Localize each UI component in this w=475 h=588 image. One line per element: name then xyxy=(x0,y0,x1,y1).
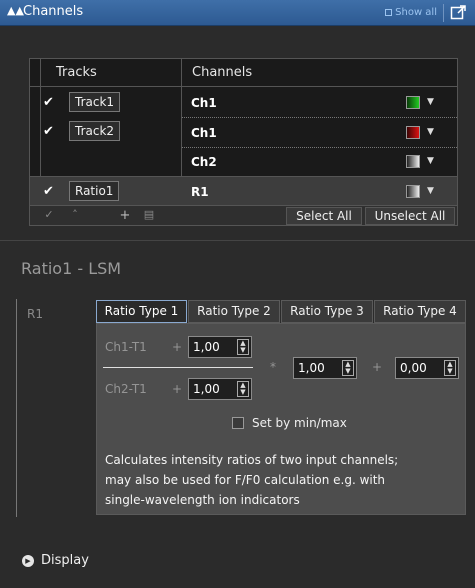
denominator-offset-input[interactable]: 1,00 ▲ ▼ xyxy=(188,378,252,400)
numerator-channel-label: Ch1-T1 xyxy=(105,340,147,354)
numerator-offset-value: 1,00 xyxy=(193,340,220,354)
channel-name: Ch1 xyxy=(191,126,217,140)
check-icon[interactable]: ✓ xyxy=(38,208,60,223)
numerator-offset-input[interactable]: 1,00 ▲ ▼ xyxy=(188,336,252,358)
chevron-down-icon[interactable]: ▼ xyxy=(427,127,434,137)
description-line: Calculates intensity ratios of two input… xyxy=(105,453,399,467)
set-by-min-max-checkbox[interactable] xyxy=(232,417,244,429)
tab-ratio-type-4[interactable]: Ratio Type 4 xyxy=(374,300,466,323)
ratio1-checkbox[interactable]: ✔ xyxy=(43,185,57,199)
chevron-down-icon[interactable]: ▼ xyxy=(427,186,434,196)
spinner-arrows-icon[interactable]: ▲ ▼ xyxy=(237,381,249,397)
channel-color-swatch[interactable] xyxy=(406,96,420,109)
denominator-channel-label: Ch2-T1 xyxy=(105,382,147,396)
channel-name: Ch2 xyxy=(191,155,217,169)
tracks-column-header: Tracks xyxy=(56,65,97,80)
channel-color-swatch[interactable] xyxy=(406,155,420,168)
panel-header: ▲▲ Channels Show all xyxy=(0,0,475,26)
spinner-arrows-icon[interactable]: ▲ ▼ xyxy=(444,360,456,376)
numerator-plus: + xyxy=(172,340,183,354)
show-all-checkbox-icon xyxy=(385,9,393,16)
tab-ratio-type-3[interactable]: Ratio Type 3 xyxy=(281,300,373,323)
denominator-plus: + xyxy=(172,382,183,396)
spinner-arrows-icon[interactable]: ▲ ▼ xyxy=(237,339,249,355)
channels-column-header: Channels xyxy=(192,65,253,80)
move-up-icon[interactable]: ˄ xyxy=(64,208,86,223)
track1-checkbox[interactable]: ✔ xyxy=(43,96,57,110)
unselect-all-button[interactable]: Unselect All xyxy=(365,207,455,225)
set-by-min-max-label: Set by min/max xyxy=(252,416,347,430)
channel-label: R1 xyxy=(27,307,43,321)
channel-color-swatch[interactable] xyxy=(406,126,420,139)
show-all-button[interactable]: Show all xyxy=(385,7,437,18)
table-row[interactable]: Ch2 ▼ xyxy=(30,148,457,175)
add-icon[interactable]: + xyxy=(114,208,136,223)
select-all-button[interactable]: Select All xyxy=(286,207,362,225)
channel-color-swatch[interactable] xyxy=(406,185,420,198)
display-label: Display xyxy=(41,553,89,568)
show-all-label: Show all xyxy=(395,7,437,18)
section-divider xyxy=(0,240,475,241)
denominator-offset-value: 1,00 xyxy=(193,382,220,396)
ratio-description: Calculates intensity ratios of two input… xyxy=(105,450,465,510)
panel-title: Channels xyxy=(23,4,84,19)
channel-name: Ch1 xyxy=(191,96,217,110)
channel-name: R1 xyxy=(191,185,209,199)
table-row[interactable]: ✔ Ratio1 R1 ▼ xyxy=(30,176,457,205)
offset-plus: + xyxy=(372,360,383,374)
header-separator xyxy=(443,4,444,22)
table-row[interactable]: ✔ Track2 Ch1 ▼ xyxy=(30,118,457,147)
tracks-toolbar: ✓ ˄ + ▤ Select All Unselect All xyxy=(30,205,457,225)
factor-input[interactable]: 1,00 ▲ ▼ xyxy=(293,357,357,379)
offset-value: 0,00 xyxy=(400,361,427,375)
tracks-table: Tracks Channels ✔ Track1 Ch1 ▼ ✔ Track2 … xyxy=(29,58,458,226)
popout-icon[interactable] xyxy=(450,4,467,21)
section-title: Ratio1 - LSM xyxy=(21,259,122,278)
channels-icon: ▲▲ xyxy=(7,4,24,17)
factor-value: 1,00 xyxy=(298,361,325,375)
track1-button[interactable]: Track1 xyxy=(69,92,121,112)
spinner-arrows-icon[interactable]: ▲ ▼ xyxy=(342,360,354,376)
delete-icon[interactable]: ▤ xyxy=(138,208,160,223)
track2-checkbox[interactable]: ✔ xyxy=(43,125,57,139)
tab-ratio-type-2[interactable]: Ratio Type 2 xyxy=(188,300,280,323)
expand-arrow-icon: ▶ xyxy=(22,555,34,567)
description-line: single-wavelength ion indicators xyxy=(105,493,300,507)
ratio-settings-panel: Ch1-T1 + 1,00 ▲ ▼ Ch2-T1 + 1,00 ▲ ▼ * 1,00… xyxy=(96,323,466,515)
fraction-line xyxy=(103,367,253,368)
ratio1-button[interactable]: Ratio1 xyxy=(69,181,120,201)
offset-input[interactable]: 0,00 ▲ ▼ xyxy=(395,357,459,379)
chevron-down-icon[interactable]: ▼ xyxy=(427,97,434,107)
tab-ratio-type-1[interactable]: Ratio Type 1 xyxy=(96,300,187,323)
section-left-bar xyxy=(16,299,17,517)
table-row[interactable]: ✔ Track1 Ch1 ▼ xyxy=(30,88,457,117)
track2-button[interactable]: Track2 xyxy=(69,121,121,141)
description-line: may also be used for F/F0 calculation e.… xyxy=(105,473,386,487)
table-header: Tracks Channels xyxy=(30,59,457,87)
chevron-down-icon[interactable]: ▼ xyxy=(427,156,434,166)
multiply-sign: * xyxy=(270,360,276,374)
